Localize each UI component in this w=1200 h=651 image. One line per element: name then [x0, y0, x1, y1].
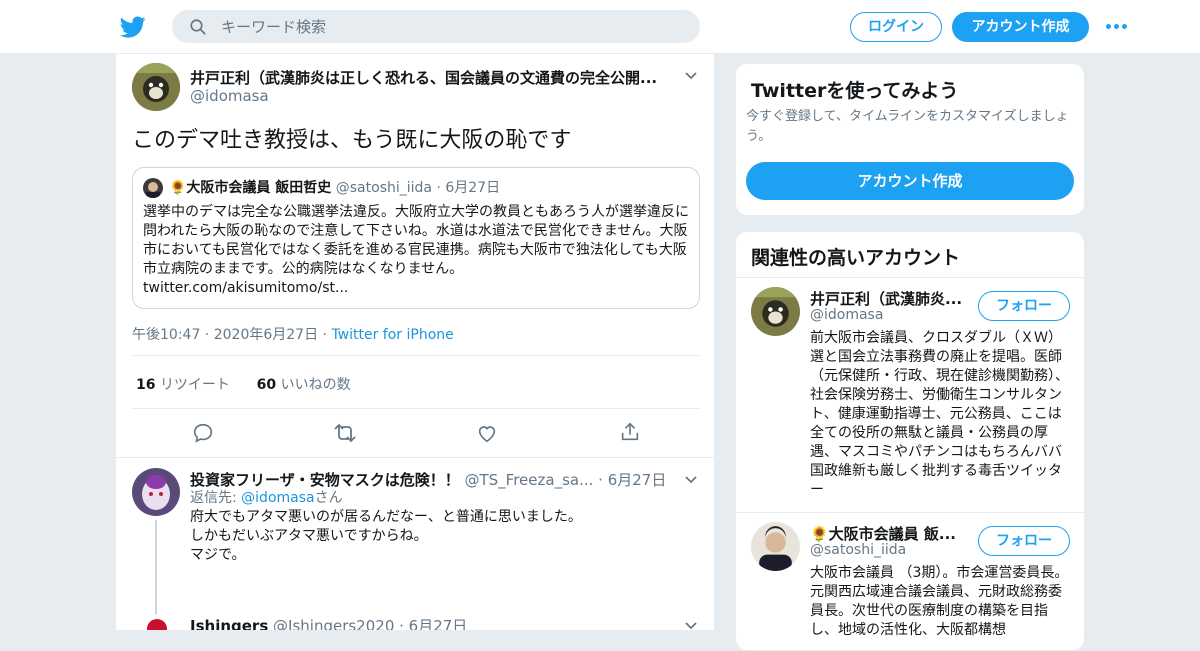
reply-author-name[interactable]: Ishingers	[190, 617, 268, 630]
reply-author-avatar[interactable]	[142, 614, 172, 630]
account-handle[interactable]: @satoshi_iida	[810, 542, 906, 558]
share-icon[interactable]	[619, 421, 641, 443]
search-icon	[190, 19, 206, 35]
signup-prompt-title: Twitterを使ってみよう	[751, 80, 959, 102]
signup-prompt-subtitle: 今すぐ登録して、タイムラインをカスタマイズしましょう。	[746, 109, 1069, 144]
reply-author-handle[interactable]: @Ishingers2020	[273, 617, 394, 630]
reply-to-suffix: さん	[314, 490, 343, 506]
login-button[interactable]: ログイン	[850, 12, 942, 42]
like-heart-icon[interactable]	[476, 422, 498, 444]
reply-text-line: 府大でもアタマ悪いのが居るんだなー、と普通に思いました。	[190, 509, 582, 525]
retweet-icon[interactable]	[333, 422, 357, 444]
quoted-tweet[interactable]: 🌻大阪市会議員 飯田哲史 @satoshi_iida · 6月27日 選挙中のデ…	[132, 167, 700, 309]
quoted-author-name: 🌻大阪市会議員 飯田哲史	[169, 180, 332, 196]
author-handle[interactable]: @idomasa	[190, 87, 269, 105]
chevron-down-icon[interactable]	[683, 474, 699, 486]
quoted-tweet-text: 選挙中のデマは完全な公職選挙法違反。大阪府立大学の教員ともあろう人が選挙違反に問…	[143, 203, 691, 298]
reply-author-line: 投資家フリーザ・安物マスクは危険！！ @TS_Freeza_sa... · 6月…	[190, 469, 670, 490]
reply-author-name[interactable]: 投資家フリーザ・安物マスクは危険！！	[190, 471, 460, 489]
quoted-author-avatar	[143, 178, 163, 198]
account-name[interactable]: 🌻大阪市会議員 飯...	[810, 523, 970, 544]
related-account-item[interactable]: 井戸正利（武漢肺炎... @idomasa フォロー 前大阪市会議員、クロスダブ…	[736, 278, 1084, 512]
follow-button[interactable]: フォロー	[978, 291, 1070, 321]
sidebar-signup-button[interactable]: アカウント作成	[746, 162, 1074, 200]
like-count: 60	[256, 377, 277, 393]
quoted-tweet-date: · 6月27日	[436, 180, 501, 196]
follow-button[interactable]: フォロー	[978, 526, 1070, 556]
reply-author-line: Ishingers @Ishingers2020 · 6月27日	[190, 615, 467, 630]
tweet-text: このデマ吐き教授は、もう既に大阪の恥です	[132, 128, 572, 153]
tweet-source-link[interactable]: Twitter for iPhone	[331, 327, 453, 343]
reply-tweet[interactable]: 投資家フリーザ・安物マスクは危険！！ @TS_Freeza_sa... · 6月…	[116, 458, 714, 630]
signup-prompt-card: Twitterを使ってみよう 今すぐ登録して、タイムラインをカスタマイズしましょ…	[735, 63, 1085, 216]
author-avatar[interactable]	[132, 63, 180, 111]
account-bio: 大阪市会議員 （3期）。市会運営委員長。元関西広域連合議会議員、元財政総務委員長…	[810, 565, 1069, 638]
more-options-icon[interactable]	[1106, 18, 1130, 36]
related-account-item[interactable]: 🌻大阪市会議員 飯... @satoshi_iida フォロー 大阪市会議員 （…	[736, 513, 1084, 650]
retweet-stat[interactable]: 16 リツイート	[136, 377, 230, 393]
reply-date[interactable]: · 6月27日	[399, 617, 467, 630]
reply-icon[interactable]	[192, 422, 214, 444]
search-box[interactable]	[172, 10, 700, 43]
account-avatar[interactable]	[751, 287, 800, 336]
author-name[interactable]: 井戸正利（武漢肺炎は正しく恐れる、国会議員の文通費の完全公開...	[190, 67, 660, 88]
quoted-author-handle: @satoshi_iida	[335, 180, 432, 196]
chevron-down-icon[interactable]	[683, 620, 699, 630]
quoted-author-line: 🌻大阪市会議員 飯田哲史 @satoshi_iida · 6月27日	[169, 177, 500, 197]
reply-author-avatar[interactable]	[132, 468, 180, 516]
like-label: いいねの数	[280, 377, 351, 393]
top-navigation-bar: ログイン アカウント作成	[0, 0, 1200, 54]
quoted-tweet-link[interactable]: twitter.com/akisumitomo/st...	[143, 280, 348, 296]
reply-to-line: 返信先: @idomasaさん	[190, 489, 343, 508]
tweet-time: 午後10:47	[132, 327, 201, 343]
signup-button[interactable]: アカウント作成	[952, 12, 1089, 42]
main-timeline-column: 井戸正利（武漢肺炎は正しく恐れる、国会議員の文通費の完全公開... @idoma…	[115, 54, 715, 630]
reply-to-prefix: 返信先:	[190, 490, 242, 506]
account-handle[interactable]: @idomasa	[810, 307, 883, 323]
account-name[interactable]: 井戸正利（武漢肺炎...	[810, 288, 970, 309]
reply-text: 府大でもアタマ悪いのが居るんだなー、と普通に思いました。 しかもだいぶアタマ悪い…	[190, 508, 582, 565]
related-accounts-title: 関連性の高いアカウント	[751, 247, 961, 269]
quoted-tweet-body: 選挙中のデマは完全な公職選挙法違反。大阪府立大学の教員ともあろう人が選挙違反に問…	[143, 204, 689, 277]
divider	[132, 408, 700, 409]
divider	[132, 355, 700, 356]
search-input[interactable]	[221, 11, 681, 42]
related-accounts-card: 関連性の高いアカウント 井戸正利（武漢肺炎... @idomasa フォロー 前…	[735, 231, 1085, 651]
twitter-bird-icon[interactable]	[120, 14, 146, 40]
tweet-meta: 午後10:47 · 2020年6月27日 · Twitter for iPhon…	[132, 327, 454, 343]
reply-text-line: マジで。	[190, 547, 246, 563]
reply-author-handle[interactable]: @TS_Freeza_sa...	[464, 471, 593, 489]
reply-tweet[interactable]: Ishingers @Ishingers2020 · 6月27日	[116, 610, 714, 630]
account-bio: 前大阪市会議員、クロスダブル（ＸＷ）選と国会立法事務費の廃止を提唱。医師（元保健…	[810, 330, 1069, 498]
retweet-label: リツイート	[159, 377, 230, 393]
like-stat[interactable]: 60 いいねの数	[257, 377, 351, 393]
reply-text-line: しかもだいぶアタマ悪いですからね。	[190, 528, 428, 544]
reply-date[interactable]: · 6月27日	[598, 471, 666, 489]
reply-to-handle[interactable]: @idomasa	[241, 490, 314, 506]
account-avatar[interactable]	[751, 522, 800, 571]
chevron-down-icon[interactable]	[683, 70, 699, 82]
tweet-stats: 16 リツイート 60 いいねの数	[136, 374, 351, 394]
retweet-count: 16	[136, 377, 156, 393]
tweet-date: 2020年6月27日	[213, 327, 319, 343]
